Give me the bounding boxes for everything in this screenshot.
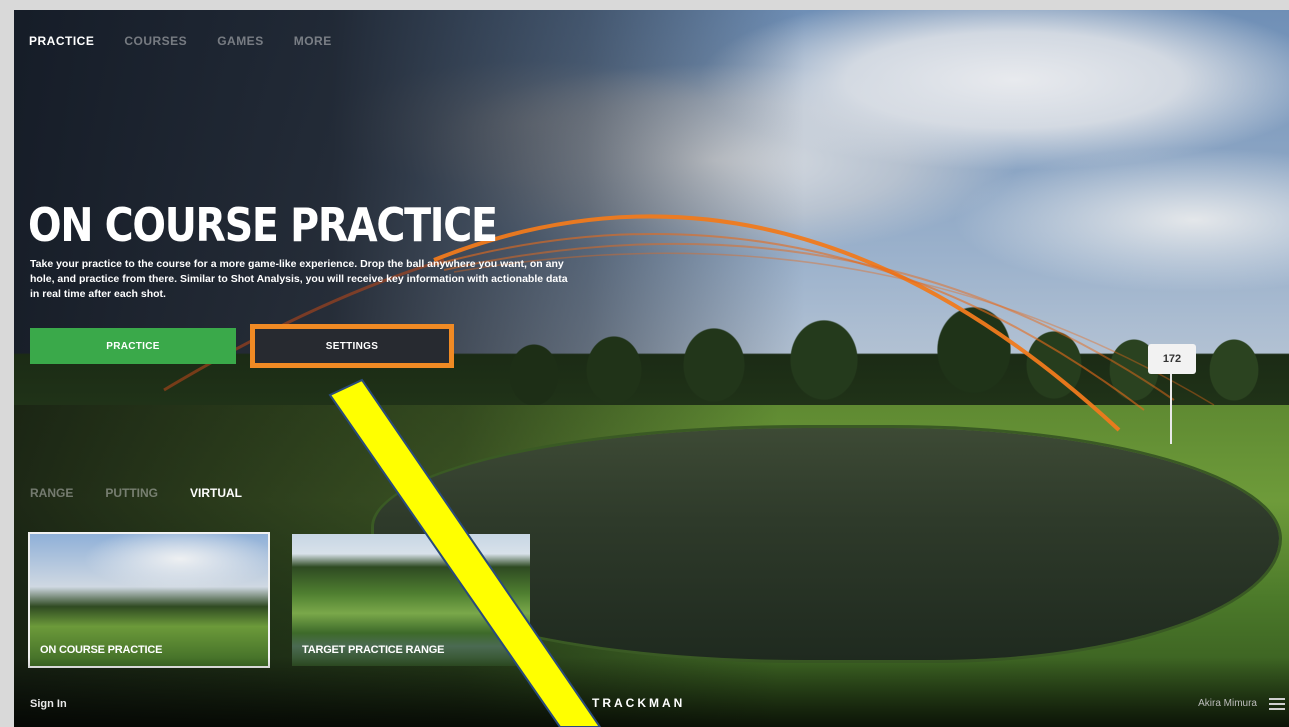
hamburger-menu-icon[interactable] — [1269, 698, 1285, 710]
card-label: TARGET PRACTICE RANGE — [302, 644, 445, 656]
top-nav: PRACTICE COURSES GAMES MORE — [29, 34, 332, 48]
app-window: 172 PRACTICE COURSES GAMES MORE ON COURS… — [14, 10, 1289, 727]
tab-more[interactable]: MORE — [294, 34, 332, 48]
flag-distance-marker: 172 — [1148, 344, 1196, 374]
card-target-practice-range[interactable]: TARGET PRACTICE RANGE — [290, 532, 532, 668]
settings-button[interactable]: SETTINGS — [250, 324, 454, 368]
user-name[interactable]: Akira Mimura — [1198, 698, 1257, 709]
tab-practice[interactable]: PRACTICE — [29, 34, 94, 48]
tab-courses[interactable]: COURSES — [124, 34, 187, 48]
card-label: ON COURSE PRACTICE — [40, 644, 163, 656]
subtab-virtual[interactable]: VIRTUAL — [190, 486, 242, 500]
subtab-putting[interactable]: PUTTING — [105, 486, 158, 500]
card-on-course-practice[interactable]: ON COURSE PRACTICE — [28, 532, 270, 668]
flagpole — [1170, 374, 1172, 444]
practice-button[interactable]: PRACTICE — [30, 328, 236, 364]
sign-in-link[interactable]: Sign In — [30, 698, 67, 710]
tab-games[interactable]: GAMES — [217, 34, 264, 48]
practice-subtabs: RANGE PUTTING VIRTUAL — [30, 486, 242, 500]
trackman-logo: TRACKMAN — [592, 696, 686, 710]
shot-tracer-1 — [433, 214, 1121, 432]
page-description: Take your practice to the course for a m… — [30, 258, 568, 300]
page-title: ON COURSE PRACTICE — [28, 198, 498, 252]
footer-bar: Sign In TRACKMAN Akira Mimura — [14, 692, 1289, 722]
flag-distance: 172 — [1162, 353, 1182, 365]
subtab-range[interactable]: RANGE — [30, 486, 73, 500]
